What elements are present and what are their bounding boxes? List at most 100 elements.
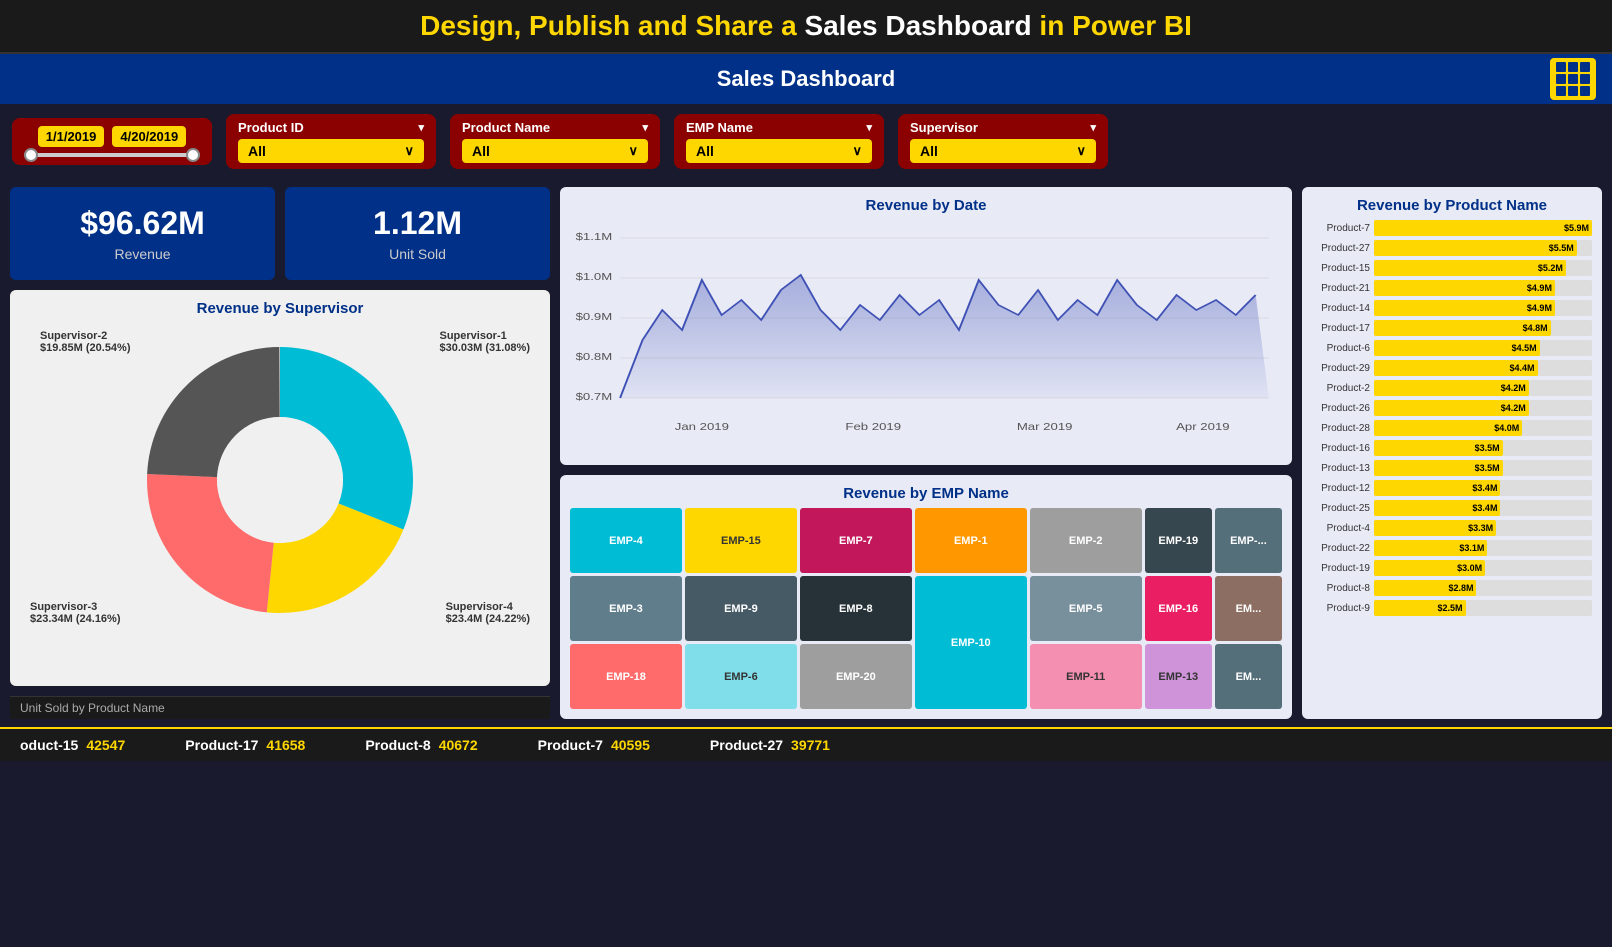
ticker-item-0: oduct-15 42547 xyxy=(20,737,125,753)
bar-label: Product-2 xyxy=(1312,383,1370,394)
supervisor-select[interactable]: All ∨ xyxy=(910,139,1096,163)
bar-fill: $4.0M xyxy=(1374,420,1522,436)
product-id-select[interactable]: All ∨ xyxy=(238,139,424,163)
sub-header: Sales Dashboard xyxy=(0,54,1612,104)
treemap-area: EMP-4 EMP-15 EMP-7 EMP-1 EMP-2 EMP-19 EM… xyxy=(570,508,1282,709)
bar-row: Product-17$4.8M xyxy=(1312,320,1592,336)
bar-track: $4.4M xyxy=(1374,360,1592,376)
bar-fill: $4.2M xyxy=(1374,380,1529,396)
date-filter[interactable]: 1/1/2019 4/20/2019 xyxy=(12,118,212,165)
bar-track: $4.5M xyxy=(1374,340,1592,356)
bar-row: Product-8$2.8M xyxy=(1312,580,1592,596)
ticker-product-0: oduct-15 xyxy=(20,737,78,753)
right-column: Revenue by Product Name Product-7$5.9MPr… xyxy=(1302,187,1602,719)
bar-fill: $3.4M xyxy=(1374,500,1500,516)
bar-label: Product-25 xyxy=(1312,503,1370,514)
donut-chart xyxy=(140,340,420,620)
bar-fill: $5.9M xyxy=(1374,220,1592,236)
bar-row: Product-27$5.5M xyxy=(1312,240,1592,256)
treemap-emp6: EMP-6 xyxy=(685,644,797,709)
line-chart: $1.1M $1.0M $0.9M $0.8M $0.7M Jan 2019 F… xyxy=(570,220,1282,450)
slider-thumb-right[interactable] xyxy=(186,148,200,162)
bar-value: $4.9M xyxy=(1527,283,1552,293)
bar-row: Product-28 $4.0M xyxy=(1312,420,1592,436)
product-name-select[interactable]: All ∨ xyxy=(462,139,648,163)
treemap-emp13: EMP-13 xyxy=(1145,644,1212,709)
bar-row: Product-19$3.0M xyxy=(1312,560,1592,576)
bar-label: Product-22 xyxy=(1312,543,1370,554)
bar-label: Product-26 xyxy=(1312,403,1370,414)
bar-value: $3.3M xyxy=(1468,523,1493,533)
bar-row: Product-26 $4.2M xyxy=(1312,400,1592,416)
supervisor-filter[interactable]: Supervisor ▾ All ∨ xyxy=(898,114,1108,169)
bar-label: Product-13 xyxy=(1312,463,1370,474)
emp-name-label: EMP Name ▾ xyxy=(686,120,872,135)
treemap-emp8: EMP-8 xyxy=(800,576,912,641)
bar-label: Product-21 xyxy=(1312,283,1370,294)
bar-value: $4.2M xyxy=(1501,383,1526,393)
product-name-chevron: ▾ xyxy=(642,121,648,134)
bar-fill: $4.5M xyxy=(1374,340,1540,356)
treemap-emp1: EMP-1 xyxy=(915,508,1027,573)
emp-treemap-card: Revenue by EMP Name EMP-4 EMP-15 EMP-7 E… xyxy=(560,475,1292,719)
bar-value: $5.9M xyxy=(1564,223,1589,233)
banner-title-start: Design, Publish and Share a xyxy=(420,10,804,41)
bar-label: Product-12 xyxy=(1312,483,1370,494)
bar-label: Product-15 xyxy=(1312,263,1370,274)
main-content: $96.62M Revenue 1.12M Unit Sold Revenue … xyxy=(0,179,1612,727)
supervisor2-label: Supervisor-2 $19.85M (20.54%) xyxy=(40,330,131,354)
bar-fill: $3.4M xyxy=(1374,480,1500,496)
supervisor-donut-card: Revenue by Supervisor xyxy=(10,290,550,686)
bar-track: $3.3M xyxy=(1374,520,1592,536)
supervisor-select-chevron: ∨ xyxy=(1076,143,1086,159)
bar-value: $2.8M xyxy=(1448,583,1473,593)
emp-name-select[interactable]: All ∨ xyxy=(686,139,872,163)
bar-value: $4.4M xyxy=(1509,363,1534,373)
date-slider-track[interactable] xyxy=(24,153,200,157)
units-label: Unit Sold xyxy=(389,246,446,262)
left-column: $96.62M Revenue 1.12M Unit Sold Revenue … xyxy=(10,187,550,719)
slider-thumb-left[interactable] xyxy=(24,148,38,162)
bar-label: Product-14 xyxy=(1312,303,1370,314)
treemap-emp15: EMP-15 xyxy=(685,508,797,573)
ticker-value-4: 39771 xyxy=(791,737,830,753)
bar-row: Product-7$5.9M xyxy=(1312,220,1592,236)
supervisor-label: Supervisor ▾ xyxy=(910,120,1096,135)
bar-row: Product-6$4.5M xyxy=(1312,340,1592,356)
emp-treemap-title: Revenue by EMP Name xyxy=(570,485,1282,502)
treemap-em-extra2: EM... xyxy=(1215,576,1282,641)
revenue-kpi: $96.62M Revenue xyxy=(10,187,275,280)
bar-value: $4.8M xyxy=(1523,323,1548,333)
bar-chart-rows: Product-7$5.9M Product-27$5.5M Product-15 $… xyxy=(1312,220,1592,616)
svg-text:Jan 2019: Jan 2019 xyxy=(675,421,729,432)
product-name-label: Product Name ▾ xyxy=(462,120,648,135)
bar-track: $3.1M xyxy=(1374,540,1592,556)
bar-track: $4.8M xyxy=(1374,320,1592,336)
treemap-emp-extra1: EMP-... xyxy=(1215,508,1282,573)
bar-value: $4.9M xyxy=(1527,303,1552,313)
bar-track: $4.2M xyxy=(1374,400,1592,416)
revenue-label: Revenue xyxy=(114,246,170,262)
ticker-product-4: Product-27 xyxy=(710,737,783,753)
treemap-emp5: EMP-5 xyxy=(1030,576,1142,641)
ticker-item-1: Product-17 41658 xyxy=(185,737,305,753)
middle-column: Revenue by Date $1.1M $1.0M $0.9M $0.8M … xyxy=(560,187,1292,719)
emp-name-filter[interactable]: EMP Name ▾ All ∨ xyxy=(674,114,884,169)
bar-label: Product-28 xyxy=(1312,423,1370,434)
bar-fill: $3.5M xyxy=(1374,460,1503,476)
donut-area: Supervisor-1 $30.03M (31.08%) Supervisor… xyxy=(20,325,540,635)
product-id-filter[interactable]: Product ID ▾ All ∨ xyxy=(226,114,436,169)
bar-value: $4.2M xyxy=(1501,403,1526,413)
units-kpi: 1.12M Unit Sold xyxy=(285,187,550,280)
svg-text:$0.7M: $0.7M xyxy=(576,391,613,402)
bar-fill: $4.8M xyxy=(1374,320,1551,336)
bar-value: $4.0M xyxy=(1494,423,1519,433)
svg-text:$0.9M: $0.9M xyxy=(576,311,613,322)
revenue-value: $96.62M xyxy=(80,205,205,242)
bar-label: Product-4 xyxy=(1312,523,1370,534)
ticker-product-1: Product-17 xyxy=(185,737,258,753)
product-name-filter[interactable]: Product Name ▾ All ∨ xyxy=(450,114,660,169)
product-id-label: Product ID ▾ xyxy=(238,120,424,135)
product-id-select-chevron: ∨ xyxy=(404,143,414,159)
bar-fill: $3.3M xyxy=(1374,520,1496,536)
